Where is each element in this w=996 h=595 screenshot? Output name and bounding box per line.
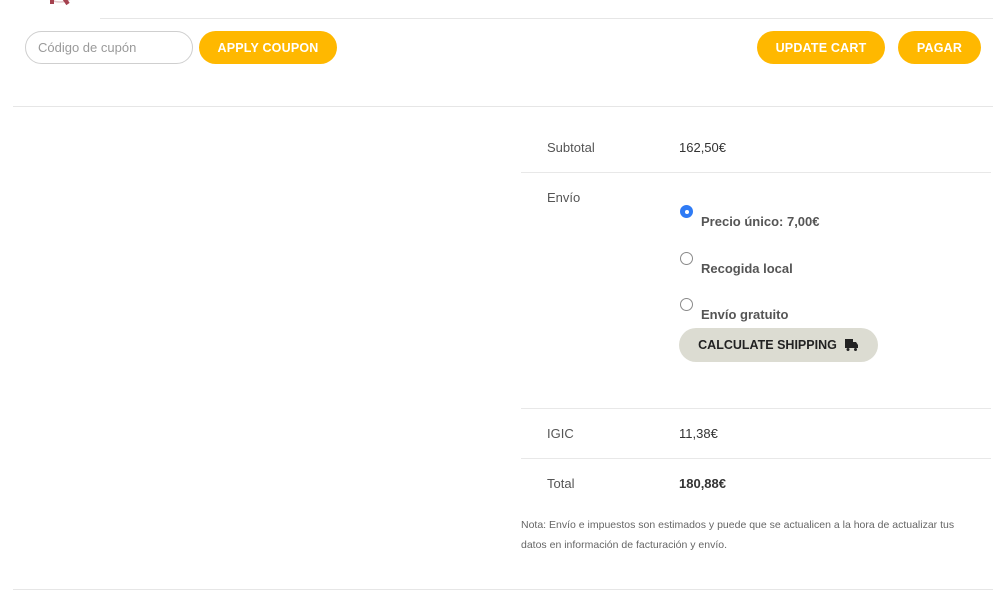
header-divider (100, 18, 993, 19)
row-divider (521, 408, 991, 409)
cart-page: APPLY COUPON UPDATE CART PAGAR Subtotal … (0, 0, 996, 595)
row-divider (521, 458, 991, 459)
shipping-option-radio-flat-rate[interactable] (680, 205, 693, 218)
shipping-option-radio-free-shipping[interactable] (680, 298, 693, 311)
shipping-option-label-flat-rate[interactable]: Precio único: 7,00€ (701, 214, 820, 229)
update-cart-button[interactable]: UPDATE CART (757, 31, 885, 64)
section-divider (13, 106, 993, 107)
row-divider (521, 172, 991, 173)
shipping-option-radio-local-pickup[interactable] (680, 252, 693, 265)
subtotal-value: 162,50€ (679, 140, 726, 155)
calculate-shipping-label: CALCULATE SHIPPING (698, 338, 837, 352)
footer-divider (13, 589, 993, 590)
coupon-code-input[interactable] (25, 31, 193, 64)
pay-button[interactable]: PAGAR (898, 31, 981, 64)
total-label: Total (547, 476, 575, 491)
shipping-option-label-local-pickup[interactable]: Recogida local (701, 261, 793, 276)
shipping-option-label-free-shipping[interactable]: Envío gratuito (701, 307, 788, 322)
site-logo[interactable] (38, 0, 82, 8)
total-value: 180,88€ (679, 476, 726, 491)
tax-value: 11,38€ (679, 426, 718, 441)
totals-note: Nota: Envío e impuestos son estimados y … (521, 519, 955, 551)
logo-mark-icon (49, 0, 71, 6)
calculate-shipping-button[interactable]: CALCULATE SHIPPING (679, 328, 878, 362)
subtotal-label: Subtotal (547, 140, 595, 155)
tax-label: IGIC (547, 426, 574, 441)
truck-icon (844, 339, 858, 351)
apply-coupon-button[interactable]: APPLY COUPON (199, 31, 337, 64)
shipping-label: Envío (547, 190, 581, 205)
